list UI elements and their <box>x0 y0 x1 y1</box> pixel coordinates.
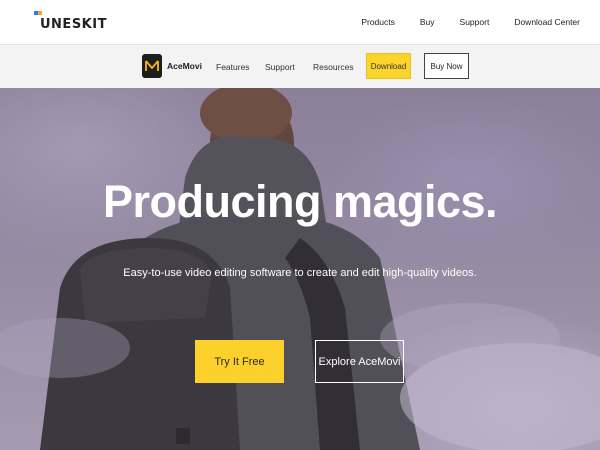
site-header: UNESKIT Products Buy Support Download Ce… <box>0 0 600 44</box>
product-nav-features[interactable]: Features <box>216 62 250 72</box>
try-it-free-button[interactable]: Try It Free <box>195 340 284 383</box>
download-button[interactable]: Download <box>366 53 411 79</box>
buy-now-button[interactable]: Buy Now <box>424 53 469 79</box>
nav-buy[interactable]: Buy <box>420 17 435 27</box>
product-nav-bar: AceMovi Features Support Resources Downl… <box>0 44 600 88</box>
nav-support[interactable]: Support <box>460 17 490 27</box>
explore-acemovi-button[interactable]: Explore AceMovi <box>315 340 404 383</box>
nav-products[interactable]: Products <box>361 17 395 27</box>
top-nav: Products Buy Support Download Center <box>361 0 600 44</box>
hero-title: Producing magics. <box>102 176 498 227</box>
brand-logo[interactable]: UNESKIT <box>34 10 107 34</box>
brand-name: UNESKIT <box>40 17 107 32</box>
nav-download-center[interactable]: Download Center <box>514 17 580 27</box>
product-nav-resources[interactable]: Resources <box>313 62 354 72</box>
hero-subtitle: Easy-to-use video editing software to cr… <box>123 267 477 279</box>
acemovi-logo-icon[interactable] <box>142 54 162 78</box>
hero-section: Producing magics. Easy-to-use video edit… <box>0 88 600 450</box>
product-name[interactable]: AceMovi <box>167 61 202 71</box>
product-nav-support[interactable]: Support <box>265 62 295 72</box>
